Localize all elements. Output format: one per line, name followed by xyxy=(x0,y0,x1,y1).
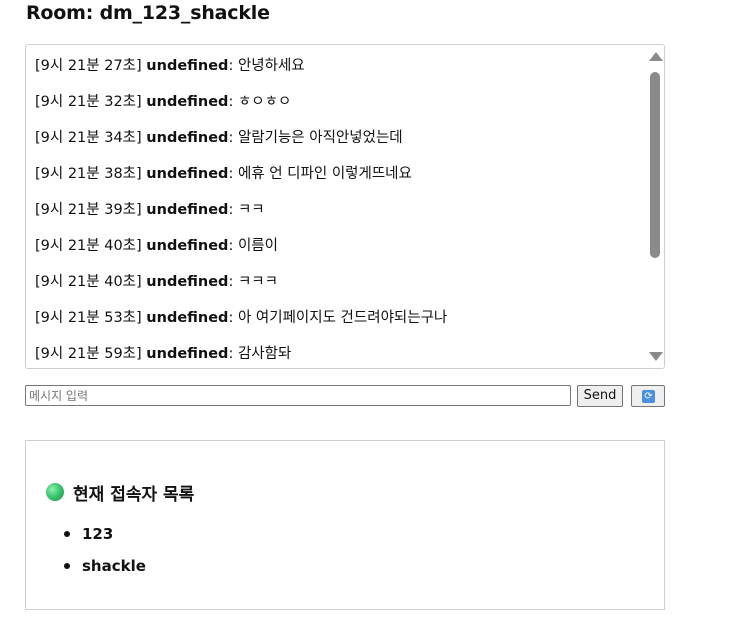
message-time: [9시 21분 40초] xyxy=(35,238,142,254)
user-name: 123 xyxy=(82,525,114,543)
room-label: Room: xyxy=(26,2,100,24)
message-time: [9시 21분 34초] xyxy=(35,130,142,146)
chat-message: [9시 21분 32초] undefined: ㅎㅇㅎㅇ xyxy=(35,92,291,112)
room-title: Room: dm_123_shackle xyxy=(26,2,270,24)
chat-message: [9시 21분 53초] undefined: 아 여기페이지도 건드려야되는구… xyxy=(35,308,447,328)
message-input[interactable] xyxy=(25,385,571,406)
message-user: undefined xyxy=(146,58,229,74)
bullet-icon xyxy=(64,531,70,537)
message-user: undefined xyxy=(146,238,229,254)
message-text: : 감사함돠 xyxy=(228,346,292,362)
connected-users-panel: 현재 접속자 목록 123 shackle xyxy=(25,440,665,610)
chat-message: [9시 21분 59초] undefined: 감사함돠 xyxy=(35,344,291,364)
message-time: [9시 21분 32초] xyxy=(35,94,142,110)
message-time: [9시 21분 53초] xyxy=(35,310,142,326)
chat-message: [9시 21분 27초] undefined: 안녕하세요 xyxy=(35,56,305,76)
message-user: undefined xyxy=(146,274,229,290)
message-text: : 알람기능은 아직안넣었는데 xyxy=(228,130,403,146)
message-time: [9시 21분 40초] xyxy=(35,274,142,290)
message-text: : ㅋㅋ xyxy=(228,202,265,218)
message-text: : ㅋㅋㅋ xyxy=(228,274,278,290)
chat-message: [9시 21분 39초] undefined: ㅋㅋ xyxy=(35,200,265,220)
refresh-button[interactable]: ⟳ xyxy=(631,385,665,407)
scroll-down-icon[interactable] xyxy=(649,352,663,361)
bullet-icon xyxy=(64,563,70,569)
chat-message: [9시 21분 40초] undefined: ㅋㅋㅋ xyxy=(35,272,278,292)
room-name: dm_123_shackle xyxy=(99,2,270,24)
message-time: [9시 21분 38초] xyxy=(35,166,142,182)
message-text: : 에휴 언 디파인 이렇게뜨네요 xyxy=(228,166,412,182)
scroll-thumb[interactable] xyxy=(650,72,660,258)
online-dot-icon xyxy=(46,483,64,501)
message-time: [9시 21분 39초] xyxy=(35,202,142,218)
chat-message: [9시 21분 34초] undefined: 알람기능은 아직안넣었는데 xyxy=(35,128,403,148)
message-text: : 아 여기페이지도 건드려야되는구나 xyxy=(228,310,448,326)
message-user: undefined xyxy=(146,310,229,326)
message-text: : ㅎㅇㅎㅇ xyxy=(228,94,292,110)
message-list: [9시 21분 27초] undefined: 안녕하세요 [9시 21분 32… xyxy=(26,45,644,368)
chat-message: [9시 21분 40초] undefined: 이름이 xyxy=(35,236,278,256)
message-user: undefined xyxy=(146,94,229,110)
message-user: undefined xyxy=(146,166,229,182)
refresh-icon: ⟳ xyxy=(642,390,655,403)
scroll-up-icon[interactable] xyxy=(649,52,663,61)
message-text: : 안녕하세요 xyxy=(228,58,305,74)
user-name: shackle xyxy=(82,557,146,575)
users-heading: 현재 접속자 목록 xyxy=(73,485,195,505)
message-user: undefined xyxy=(146,202,229,218)
chat-log[interactable]: [9시 21분 27초] undefined: 안녕하세요 [9시 21분 32… xyxy=(25,44,665,369)
message-text: : 이름이 xyxy=(228,238,278,254)
message-time: [9시 21분 59초] xyxy=(35,346,142,362)
send-button[interactable]: Send xyxy=(577,385,623,407)
chat-scrollbar[interactable] xyxy=(646,45,664,368)
message-time: [9시 21분 27초] xyxy=(35,58,142,74)
message-user: undefined xyxy=(146,346,229,362)
message-user: undefined xyxy=(146,130,229,146)
chat-message: [9시 21분 38초] undefined: 에휴 언 디파인 이렇게뜨네요 xyxy=(35,164,412,184)
